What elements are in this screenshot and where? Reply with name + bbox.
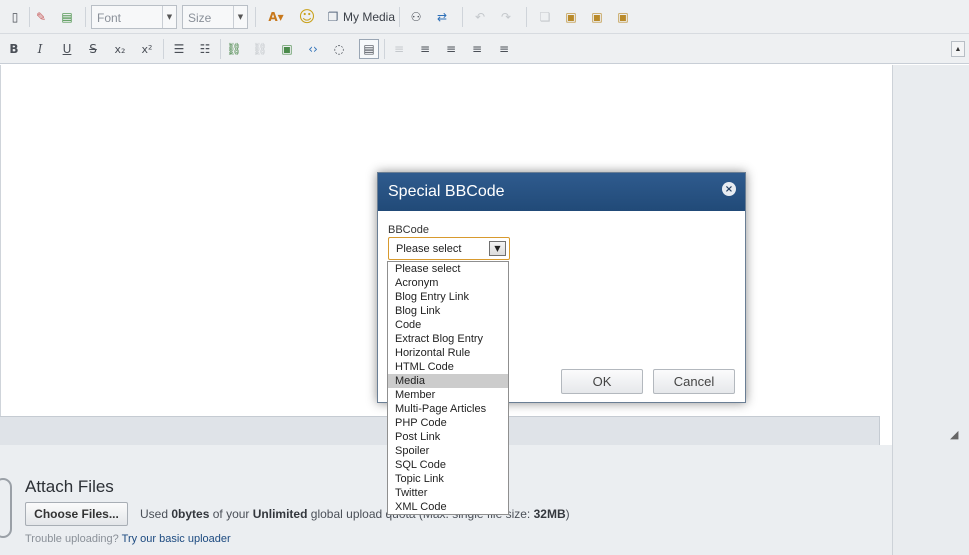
unlink-icon[interactable]: ⛓ [250,39,270,59]
emoticon-icon[interactable]: ☺ [297,7,317,27]
quota-type: Unlimited [252,507,308,521]
of-your-text: of your [212,507,250,521]
replace-icon[interactable]: ⇄ [432,7,452,27]
chevron-down-icon: ▼ [162,6,176,28]
bbcode-option[interactable]: Member [388,388,508,402]
toolbar-separator [85,7,86,27]
bbcode-option[interactable]: XML Code [388,500,508,514]
basic-uploader-link[interactable]: Try our basic uploader [122,533,231,545]
quote-icon[interactable]: ◌ [329,39,349,59]
outdent-icon[interactable]: ≡ [389,39,409,59]
code-icon[interactable]: ‹› [303,39,323,59]
special-bbcode-icon[interactable]: ▤ [359,39,379,59]
toolbar-separator [462,7,463,27]
redo-icon[interactable]: ↷ [496,7,516,27]
undo-icon[interactable]: ↶ [470,7,490,27]
editor-toolbar-top: ▯ ✎ ▤ Font ▼ Size ▼ A▾ ☺ ❐ My Media ⚇ ⇄ … [0,0,969,34]
toolbar-separator [399,7,400,27]
bbcode-option[interactable]: PHP Code [388,416,508,430]
used-prefix: Used [140,507,169,521]
bbcode-select[interactable]: Please select ▼ [388,237,510,260]
dialog-title: Special BBCode [388,183,505,200]
bbcode-option[interactable]: Twitter [388,486,508,500]
resize-grip-icon[interactable]: ◢ [950,428,964,442]
link-icon[interactable]: ⛓ [224,39,244,59]
max-file-size: 32MB [533,507,566,521]
collapse-toolbar-button[interactable]: ▲ [951,41,965,57]
toolbar-separator [255,7,256,27]
bbcode-option[interactable]: Acronym [388,276,508,290]
chevron-down-icon: ▼ [233,6,247,28]
bbcode-select-value: Please select [396,243,462,255]
bbcode-option[interactable]: Multi-Page Articles [388,402,508,416]
close-icon[interactable]: × [722,182,736,196]
used-amount: 0bytes [171,507,210,521]
bbcode-option[interactable]: Blog Entry Link [388,290,508,304]
editor-toolbar-format: B I U S x₂ x² ☰ ☷ ⛓ ⛓ ▣ ‹› ◌ ▤ ≡ ≡ ≡ ≡ ≡ [0,34,969,64]
bbcode-field-label: BBCode [388,224,429,236]
font-select-label: Font [97,11,122,25]
bbcode-option[interactable]: Please select [388,262,508,276]
bbcode-option[interactable]: Topic Link [388,472,508,486]
align-center-icon[interactable]: ≡ [467,39,487,59]
size-select-label: Size [188,11,212,25]
paste-icon[interactable]: ▣ [561,7,581,27]
text-color-icon[interactable]: A▾ [263,7,289,27]
chevron-down-icon[interactable]: ▼ [489,241,506,256]
toolbar-separator [384,39,385,59]
choose-files-button[interactable]: Choose Files... [25,502,128,526]
close-paren: ) [565,507,570,521]
font-select[interactable]: Font ▼ [91,5,177,29]
dialog-header: Special BBCode × [378,173,745,211]
source-view-icon[interactable]: ▯ [5,7,25,27]
bbcode-option[interactable]: Media [388,374,508,388]
trouble-uploading: Trouble uploading? Try our basic uploade… [25,533,231,545]
bullet-list-icon[interactable]: ☰ [169,39,189,59]
eraser-icon[interactable]: ✎ [31,7,51,27]
align-left-icon[interactable]: ≡ [441,39,461,59]
italic-icon[interactable]: I [30,39,50,59]
bbcode-option[interactable]: Code [388,318,508,332]
strikethrough-icon[interactable]: S [83,39,103,59]
cancel-button[interactable]: Cancel [653,369,735,394]
bold-icon[interactable]: B [4,39,24,59]
binoculars-icon[interactable]: ⚇ [406,7,426,27]
indent-icon[interactable]: ≡ [415,39,435,59]
my-media-label[interactable]: My Media [343,10,395,24]
bbcode-option[interactable]: HTML Code [388,360,508,374]
insert-table-icon[interactable]: ▤ [57,7,77,27]
bbcode-option[interactable]: Post Link [388,430,508,444]
paperclip-icon [0,478,12,538]
toolbar-separator [163,39,164,59]
my-media-icon[interactable]: ❐ [323,7,343,27]
toolbar-separator [526,7,527,27]
toolbar-separator [29,7,30,27]
size-select[interactable]: Size ▼ [182,5,248,29]
align-right-icon[interactable]: ≡ [494,39,514,59]
bbcode-option[interactable]: Blog Link [388,304,508,318]
right-side-panel [892,65,969,555]
subscript-icon[interactable]: x₂ [110,39,130,59]
numbered-list-icon[interactable]: ☷ [195,39,215,59]
image-icon[interactable]: ▣ [277,39,297,59]
underline-icon[interactable]: U [57,39,77,59]
bbcode-dropdown-list: Please select Acronym Blog Entry Link Blog … [387,261,509,515]
attach-files-title: Attach Files [25,477,114,496]
toolbar-separator [220,39,221,59]
bbcode-option[interactable]: Horizontal Rule [388,346,508,360]
copy-icon[interactable]: ❏ [535,7,555,27]
bbcode-option[interactable]: Extract Blog Entry [388,332,508,346]
paste-word-icon[interactable]: ▣ [613,7,633,27]
trouble-text: Trouble uploading? [25,533,119,545]
paste-text-icon[interactable]: ▣ [587,7,607,27]
bbcode-option[interactable]: SQL Code [388,458,508,472]
bbcode-option[interactable]: Spoiler [388,444,508,458]
superscript-icon[interactable]: x² [137,39,157,59]
ok-button[interactable]: OK [561,369,643,394]
